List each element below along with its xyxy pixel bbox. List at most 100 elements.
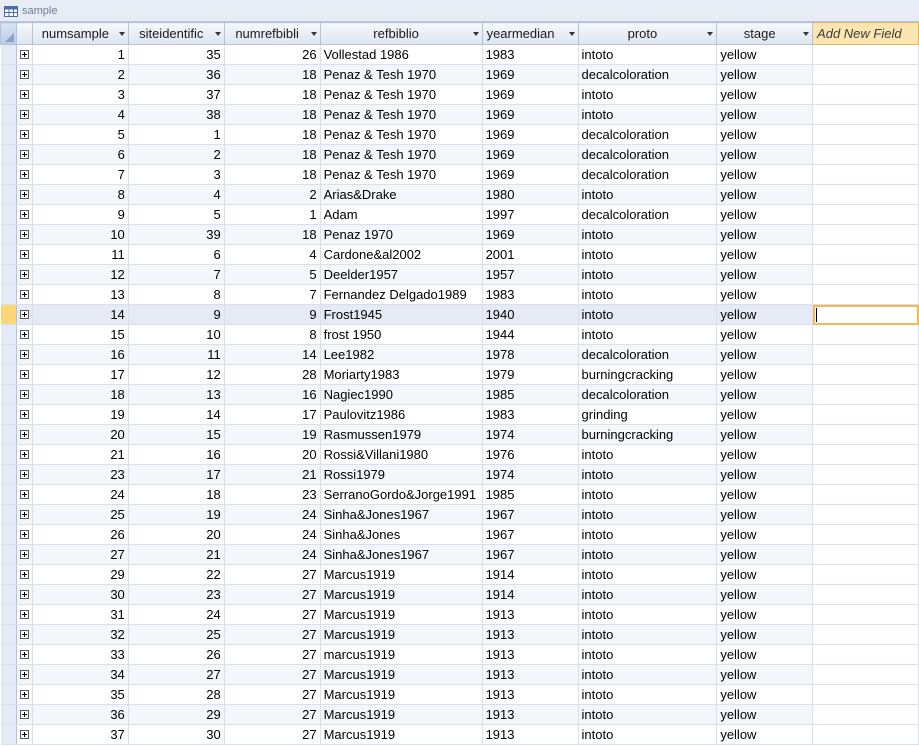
cell-proto[interactable]: burningcracking	[578, 424, 718, 445]
cell-siteidentific[interactable]: 18	[128, 484, 225, 505]
cell-numsample[interactable]: 7	[32, 164, 129, 185]
cell-stage[interactable]: yellow	[716, 704, 814, 725]
cell-siteidentific[interactable]: 16	[128, 444, 225, 465]
cell-numrefbibli[interactable]: 18	[224, 104, 321, 125]
cell-add-new-field[interactable]	[812, 544, 919, 565]
record-selector[interactable]	[0, 84, 17, 105]
cell-stage[interactable]: yellow	[716, 324, 814, 345]
cell-add-new-field[interactable]	[812, 464, 919, 485]
expand-plus-icon[interactable]	[19, 449, 29, 459]
expand-plus-icon[interactable]	[19, 589, 29, 599]
cell-numsample[interactable]: 4	[32, 104, 129, 125]
record-selector[interactable]	[0, 224, 17, 245]
cell-numsample[interactable]: 3	[32, 84, 129, 105]
cell-add-new-field[interactable]	[812, 244, 919, 265]
cell-add-new-field[interactable]	[812, 344, 919, 365]
cell-proto[interactable]: burningcracking	[578, 364, 718, 385]
table-row[interactable]: 11 6 4 Cardone&al2002 2001 intoto yellow	[0, 244, 919, 265]
cell-siteidentific[interactable]: 19	[128, 504, 225, 525]
table-row[interactable]: 8 4 2 Arias&Drake 1980 intoto yellow	[0, 184, 919, 205]
cell-stage[interactable]: yellow	[716, 464, 814, 485]
cell-numsample[interactable]: 2	[32, 64, 129, 85]
cell-refbiblio[interactable]: Lee1982	[320, 344, 483, 365]
cell-proto[interactable]: intoto	[578, 84, 718, 105]
expand-plus-icon[interactable]	[19, 349, 29, 359]
expand-plus-icon[interactable]	[19, 729, 29, 739]
table-row[interactable]: 25 19 24 Sinha&Jones1967 1967 intoto yellow	[0, 504, 919, 525]
cell-numrefbibli[interactable]: 18	[224, 64, 321, 85]
expand-plus-icon[interactable]	[19, 109, 29, 119]
record-selector[interactable]	[0, 404, 17, 425]
cell-stage[interactable]: yellow	[716, 64, 814, 85]
cell-add-new-field[interactable]	[812, 84, 919, 105]
record-selector[interactable]	[0, 644, 17, 665]
expand-plus-icon[interactable]	[19, 69, 29, 79]
table-row[interactable]: 31 24 27 Marcus1919 1913 intoto yellow	[0, 604, 919, 625]
cell-siteidentific[interactable]: 22	[128, 564, 225, 585]
cell-refbiblio[interactable]: Arias&Drake	[320, 184, 483, 205]
expand-plus-icon[interactable]	[19, 649, 29, 659]
table-row[interactable]: 20 15 19 Rasmussen1979 1974 burningcracking ye…	[0, 424, 919, 445]
cell-yearmedian[interactable]: 1969	[482, 104, 579, 125]
cell-numrefbibli[interactable]: 24	[224, 504, 321, 525]
cell-stage[interactable]: yellow	[716, 584, 814, 605]
cell-add-new-field[interactable]	[812, 704, 919, 725]
cell-numsample[interactable]: 19	[32, 404, 129, 425]
cell-numrefbibli[interactable]: 27	[224, 604, 321, 625]
cell-stage[interactable]: yellow	[716, 624, 814, 645]
cell-numsample[interactable]: 9	[32, 204, 129, 225]
cell-siteidentific[interactable]: 7	[128, 264, 225, 285]
table-row[interactable]: 18 13 16 Nagiec1990 1985 decalcoloration yello…	[0, 384, 919, 405]
table-row[interactable]: 3 37 18 Penaz & Tesh 1970 1969 intoto yellow	[0, 84, 919, 105]
cell-siteidentific[interactable]: 2	[128, 144, 225, 165]
record-selector[interactable]	[0, 504, 17, 525]
cell-proto[interactable]: decalcoloration	[578, 164, 718, 185]
cell-yearmedian[interactable]: 1957	[482, 264, 579, 285]
cell-stage[interactable]: yellow	[716, 204, 814, 225]
cell-proto[interactable]: intoto	[578, 544, 718, 565]
cell-siteidentific[interactable]: 25	[128, 624, 225, 645]
cell-numsample[interactable]: 23	[32, 464, 129, 485]
cell-add-new-field[interactable]	[812, 104, 919, 125]
cell-siteidentific[interactable]: 8	[128, 284, 225, 305]
cell-numsample[interactable]: 14	[32, 304, 129, 325]
cell-proto[interactable]: intoto	[578, 504, 718, 525]
cell-yearmedian[interactable]: 1969	[482, 164, 579, 185]
cell-numsample[interactable]: 25	[32, 504, 129, 525]
cell-yearmedian[interactable]: 2001	[482, 244, 579, 265]
table-row[interactable]: 6 2 18 Penaz & Tesh 1970 1969 decalcoloration…	[0, 144, 919, 165]
table-row[interactable]: 23 17 21 Rossi1979 1974 intoto yellow	[0, 464, 919, 485]
cell-yearmedian[interactable]: 1983	[482, 404, 579, 425]
column-header-yearmedian[interactable]: yearmedian	[481, 22, 579, 45]
expand-plus-icon[interactable]	[19, 309, 29, 319]
cell-numrefbibli[interactable]: 2	[224, 184, 321, 205]
cell-numrefbibli[interactable]: 1	[224, 204, 321, 225]
cell-stage[interactable]: yellow	[716, 244, 814, 265]
cell-refbiblio[interactable]: Marcus1919	[320, 604, 483, 625]
cell-numrefbibli[interactable]: 24	[224, 544, 321, 565]
record-selector[interactable]	[0, 664, 17, 685]
cell-numsample[interactable]: 12	[32, 264, 129, 285]
column-header-proto[interactable]: proto	[577, 22, 718, 45]
expand-plus-icon[interactable]	[19, 89, 29, 99]
cell-add-new-field[interactable]	[812, 444, 919, 465]
record-selector[interactable]	[0, 284, 17, 305]
cell-refbiblio[interactable]: Fernandez Delgado1989	[320, 284, 483, 305]
cell-stage[interactable]: yellow	[716, 104, 814, 125]
cell-add-new-field[interactable]	[812, 684, 919, 705]
cell-stage[interactable]: yellow	[716, 224, 814, 245]
expand-plus-icon[interactable]	[19, 129, 29, 139]
cell-siteidentific[interactable]: 21	[128, 544, 225, 565]
cell-numrefbibli[interactable]: 14	[224, 344, 321, 365]
cell-stage[interactable]: yellow	[716, 384, 814, 405]
expand-plus-icon[interactable]	[19, 389, 29, 399]
cell-proto[interactable]: decalcoloration	[578, 384, 718, 405]
expand-plus-icon[interactable]	[19, 709, 29, 719]
record-selector[interactable]	[0, 624, 17, 645]
cell-yearmedian[interactable]: 1913	[482, 664, 579, 685]
table-row[interactable]: 35 28 27 Marcus1919 1913 intoto yellow	[0, 684, 919, 705]
cell-refbiblio[interactable]: Rossi&Villani1980	[320, 444, 483, 465]
cell-siteidentific[interactable]: 5	[128, 204, 225, 225]
cell-yearmedian[interactable]: 1914	[482, 584, 579, 605]
cell-proto[interactable]: intoto	[578, 324, 718, 345]
